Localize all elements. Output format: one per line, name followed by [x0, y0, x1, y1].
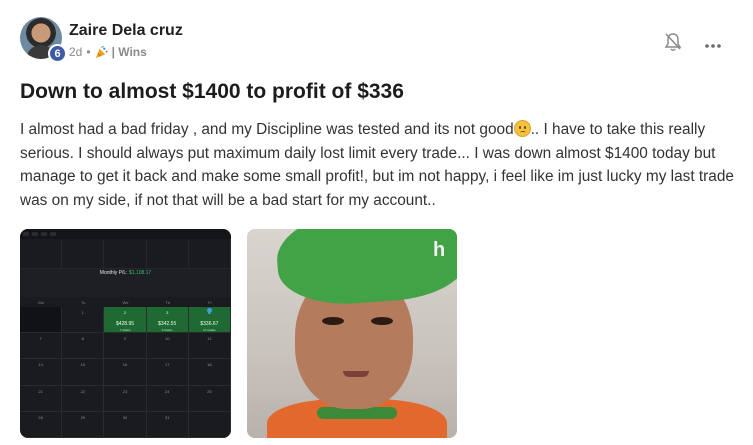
calendar-day: 30 — [104, 411, 147, 438]
calendar-day-win: 3 $342.55 3 trades — [146, 307, 189, 334]
calendar-day: 22 — [62, 385, 105, 412]
calendar-day: 18 — [188, 359, 231, 386]
weekday-label: Th — [165, 300, 171, 305]
weekday-label: We — [122, 300, 129, 305]
post-title: Down to almost $1400 to profit of $336 — [20, 80, 404, 103]
calendar-day: 10 — [146, 333, 189, 360]
attachment-calendar-screenshot[interactable]: Monthly P/L: $1,108.17 Mo Tu We Th Fr 1 … — [20, 229, 231, 438]
calendar-day — [188, 411, 231, 438]
monthly-pl: Monthly P/L: $1,108.17 — [20, 270, 231, 276]
calendar-day: 16 — [104, 359, 147, 386]
calendar-day: 29 — [62, 411, 105, 438]
more-horizontal-icon[interactable] — [704, 36, 722, 48]
day-trade-count: 7 trades — [119, 328, 131, 332]
post-category[interactable]: | Wins — [112, 45, 147, 59]
party-popper-icon — [95, 45, 108, 59]
meta-separator: • — [86, 45, 91, 59]
weekday-label: Tu — [81, 300, 86, 305]
today-marker-icon — [206, 308, 212, 313]
monthly-pl-label: Monthly P/L: — [99, 270, 128, 276]
gif-watermark: h — [433, 239, 446, 261]
day-pl-amount: $336.67 — [200, 321, 219, 327]
weekday-label: Fr — [208, 300, 212, 305]
calendar-header — [20, 239, 231, 269]
calendar-day: 28 — [20, 411, 63, 438]
monthly-pl-value: $1,108.17 — [128, 270, 152, 276]
calendar-day-win: 4$336.6717 trades — [188, 307, 231, 334]
day-pl-amount: $428.95 — [115, 321, 135, 327]
author-name[interactable]: Zaire Dela cruz — [69, 22, 183, 40]
day-trade-count: 17 trades — [203, 328, 216, 332]
calendar-day: 14 — [20, 359, 63, 386]
weekday-label: Mo — [38, 300, 44, 305]
attachment-reaction-gif[interactable]: h — [247, 229, 457, 438]
bell-off-icon[interactable] — [664, 32, 682, 52]
calendar-day: 25 — [188, 385, 231, 412]
post-body-text-1: I almost had a bad friday , and my Disci… — [20, 121, 514, 138]
calendar-day: 31 — [146, 411, 189, 438]
calendar-day — [20, 307, 63, 334]
calendar-day: 8 — [62, 333, 105, 360]
level-badge: 6 — [48, 44, 67, 63]
calendar-day: 11 — [188, 333, 231, 360]
calendar-day: 23 — [104, 385, 147, 412]
day-pl-amount: $342.55 — [158, 321, 177, 327]
day-trade-count: 3 trades — [161, 328, 173, 332]
calendar-grid: 1 2$428.957 trades 3$342.553 trades 4$33… — [20, 307, 231, 438]
post-time: 2d — [69, 45, 83, 59]
calendar-day: 7 — [20, 333, 63, 360]
calendar-day: 21 — [20, 385, 63, 412]
calendar-day: 17 — [146, 359, 189, 386]
calendar-weekdays: Mo Tu We Th Fr — [20, 300, 231, 305]
post-body: I almost had a bad friday , and my Disci… — [20, 118, 740, 212]
calendar-day: 15 — [62, 359, 105, 386]
calendar-toolbar — [20, 229, 231, 239]
post-meta: 2d • | Wins — [69, 45, 147, 59]
calendar-day: 9 — [104, 333, 147, 360]
calendar-day-win: 2 $428.95 7 trades — [104, 307, 147, 334]
sad-face-emoji — [513, 120, 531, 137]
calendar-day: 24 — [146, 385, 189, 412]
calendar-day: 1 — [62, 307, 105, 334]
post-card: 6 Zaire Dela cruz 2d • | Wins Down to al… — [0, 0, 753, 445]
